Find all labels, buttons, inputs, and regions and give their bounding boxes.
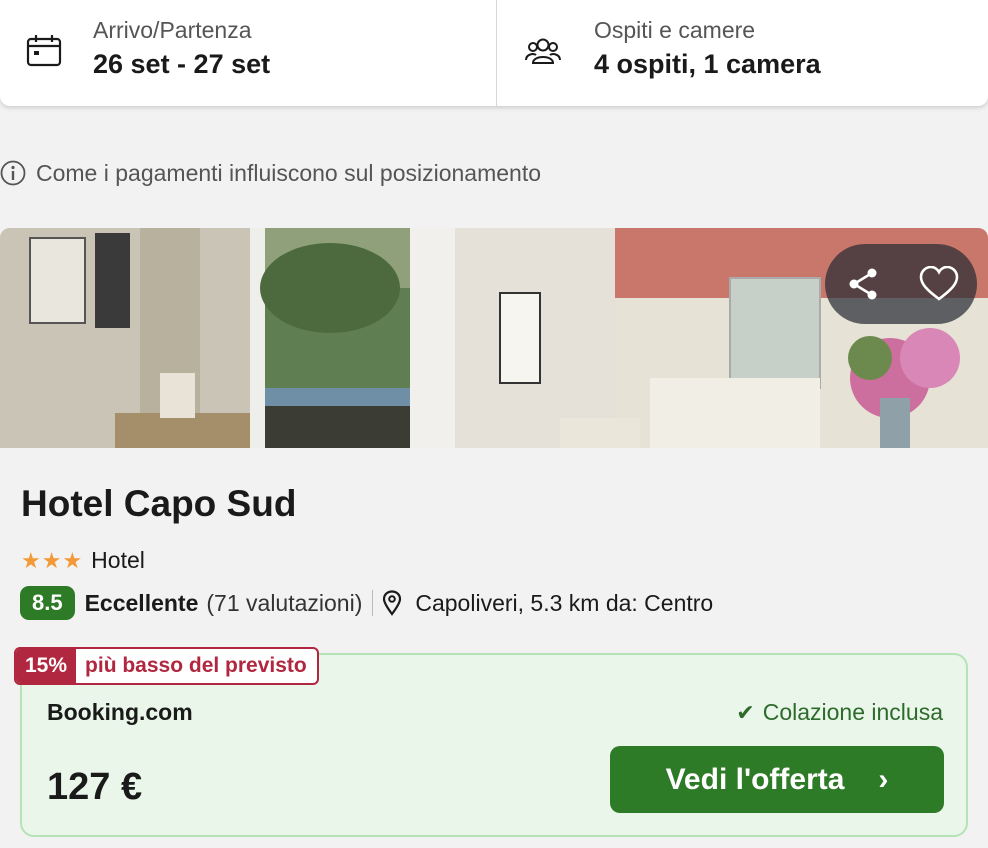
guests-field[interactable]: Ospiti e camere 4 ospiti, 1 camera (497, 0, 988, 106)
guests-label: Ospiti e camere (594, 17, 756, 43)
hotel-name[interactable]: Hotel Capo Sud (21, 483, 296, 525)
search-bar: Arrivo/Partenza 26 set - 27 set Ospiti e… (0, 0, 988, 106)
check-icon: ✔ (736, 699, 755, 725)
price: 127 € (47, 766, 143, 808)
reviews-count[interactable]: (71 valutazioni) (206, 590, 362, 617)
guests-icon (525, 38, 561, 64)
hotel-type: Hotel (91, 547, 145, 573)
dates-label: Arrivo/Partenza (93, 17, 252, 43)
hotel-class-row: ★★★ Hotel (21, 547, 145, 574)
guests-value: 4 ospiti, 1 camera (594, 49, 821, 79)
provider-name: Booking.com (47, 699, 193, 725)
favorite-button[interactable] (915, 260, 963, 308)
rating-row: 8.5 Eccellente (71 valutazioni) Capolive… (20, 586, 713, 620)
breakfast-included: ✔ Colazione inclusa (736, 699, 943, 726)
discount-badge: 15% più basso del previsto (14, 647, 319, 685)
rating-text: Eccellente (84, 589, 199, 616)
share-icon (849, 268, 877, 300)
discount-percent: 15% (16, 649, 77, 683)
hotel-photo[interactable] (0, 228, 988, 448)
calendar-icon (26, 35, 62, 67)
info-icon (0, 160, 26, 186)
dates-value: 26 set - 27 set (93, 49, 271, 79)
discount-text: più basso del previsto (85, 654, 307, 677)
star-rating-icon: ★★★ (21, 547, 84, 573)
photo-actions (825, 244, 977, 324)
dates-field[interactable]: Arrivo/Partenza 26 set - 27 set (0, 0, 497, 106)
view-deal-button[interactable]: Vedi l'offerta › (610, 746, 944, 813)
breakfast-text: Colazione inclusa (762, 699, 943, 725)
payment-info-text: Come i pagamenti influiscono sul posizio… (36, 159, 542, 186)
divider (372, 590, 374, 616)
location-pin-icon (383, 590, 402, 616)
location-text[interactable]: Capoliveri, 5.3 km da: Centro (415, 590, 713, 617)
score-badge: 8.5 (20, 586, 75, 620)
heart-icon (919, 266, 959, 301)
view-deal-label: Vedi l'offerta (665, 762, 845, 796)
payment-info-link[interactable]: Come i pagamenti influiscono sul posizio… (0, 158, 541, 188)
share-button[interactable] (839, 260, 887, 308)
chevron-right-icon: › (878, 762, 889, 796)
